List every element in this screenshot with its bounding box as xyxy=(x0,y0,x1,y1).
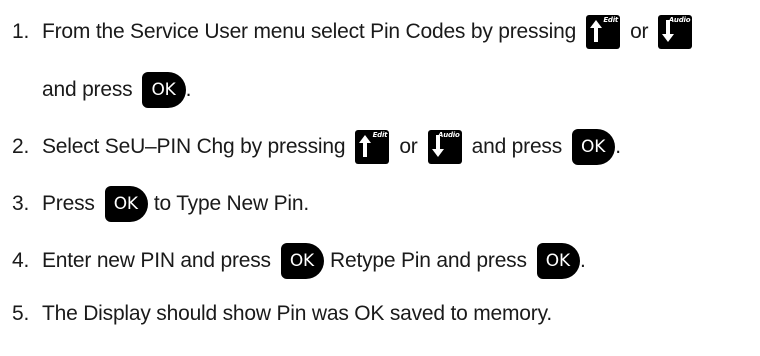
step-text: to Type New Pin. xyxy=(153,192,309,215)
step-4: 4. Enter new PIN and press OK Retype Pin… xyxy=(12,239,586,283)
step-text: Enter new PIN and press xyxy=(42,249,271,272)
step-number: 2. xyxy=(12,135,30,158)
step-text: and press xyxy=(471,135,563,158)
ok-key: OK xyxy=(104,186,148,222)
audio-down-key: Audio xyxy=(658,15,693,49)
or-text: or xyxy=(630,20,649,43)
edit-key-label: Edit xyxy=(372,131,388,139)
step-2: 2. Select SeU–PIN Chg by pressing Edit o… xyxy=(12,125,621,169)
arrow-up-icon xyxy=(359,135,372,157)
edit-key-label: Edit xyxy=(603,16,619,24)
edit-up-key: Edit xyxy=(586,15,621,49)
audio-key-label: Audio xyxy=(668,16,691,24)
ok-key: OK xyxy=(280,243,324,279)
ok-key: OK xyxy=(536,243,580,279)
step-number: 5. xyxy=(12,302,30,325)
step-1-continued: and press OK . xyxy=(42,68,191,112)
step-text-end: . xyxy=(615,135,621,158)
step-text: Retype Pin and press xyxy=(330,249,527,272)
step-text-end: . xyxy=(579,249,586,272)
step-number: 3. xyxy=(12,192,30,215)
arrow-up-icon xyxy=(590,20,603,42)
step-number: 1. xyxy=(12,20,30,43)
step-text: From the Service User menu select Pin Co… xyxy=(42,20,577,43)
step-3: 3. Press OK to Type New Pin. xyxy=(12,182,309,226)
step-text: Press xyxy=(42,192,95,215)
audio-key-label: Audio xyxy=(437,131,460,139)
step-text: and press xyxy=(42,78,133,101)
step-text-end: . xyxy=(185,78,192,101)
edit-up-key: Edit xyxy=(355,130,390,164)
audio-down-key: Audio xyxy=(427,130,462,164)
step-text: The Display should show Pin was OK saved… xyxy=(42,302,552,325)
step-1: 1. From the Service User menu select Pin… xyxy=(12,10,693,54)
ok-key: OK xyxy=(572,129,616,165)
ok-key: OK xyxy=(142,72,186,108)
step-5: 5. The Display should show Pin was OK sa… xyxy=(12,292,552,336)
or-text: or xyxy=(399,135,418,158)
step-text: Select SeU–PIN Chg by pressing xyxy=(42,135,346,158)
step-number: 4. xyxy=(12,249,30,272)
